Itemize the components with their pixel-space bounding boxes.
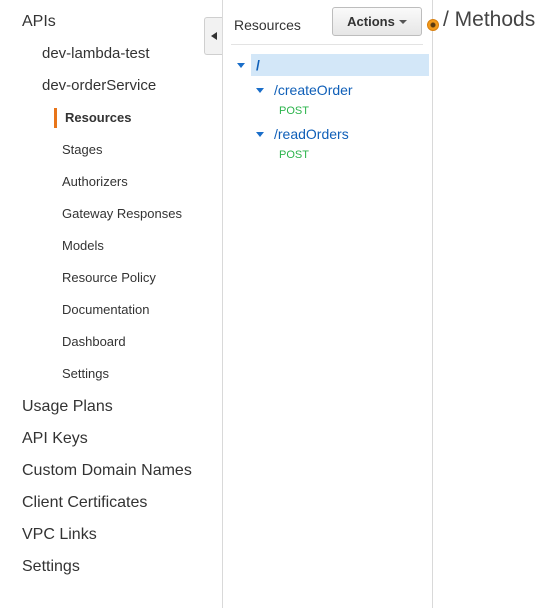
nav-gateway-responses[interactable]: Gateway Responses: [62, 206, 182, 221]
resources-panel: Resources Actions / /createOrder POST /r…: [223, 0, 433, 608]
resources-divider: [231, 44, 423, 45]
nav-apis[interactable]: APIs: [22, 13, 56, 31]
actions-button-label: Actions: [347, 14, 395, 29]
expand-triangle-icon[interactable]: [256, 87, 264, 93]
status-indicator-icon: [427, 19, 439, 31]
api-gateway-console: APIs dev-lambda-test dev-orderService Re…: [0, 0, 550, 608]
nav-api-dev-lambda-test[interactable]: dev-lambda-test: [42, 45, 150, 62]
method-post-createorder[interactable]: POST: [279, 105, 309, 117]
left-navigation: APIs dev-lambda-test dev-orderService Re…: [0, 0, 223, 608]
nav-models[interactable]: Models: [62, 238, 104, 253]
actions-button[interactable]: Actions: [332, 7, 422, 36]
collapse-sidebar-button[interactable]: [204, 17, 222, 55]
nav-client-certificates[interactable]: Client Certificates: [22, 494, 147, 512]
nav-dashboard[interactable]: Dashboard: [62, 334, 126, 349]
tree-row-createorder[interactable]: /createOrder: [256, 80, 353, 100]
nav-stages[interactable]: Stages: [62, 142, 102, 157]
expand-triangle-icon[interactable]: [237, 62, 245, 68]
nav-usage-plans[interactable]: Usage Plans: [22, 398, 113, 416]
nav-vpc-links[interactable]: VPC Links: [22, 526, 97, 544]
resource-path-readorders[interactable]: /readOrders: [274, 126, 349, 142]
method-post-readorders[interactable]: POST: [279, 149, 309, 161]
tree-row-readorders[interactable]: /readOrders: [256, 124, 349, 144]
chevron-left-icon: [210, 32, 217, 40]
nav-documentation[interactable]: Documentation: [62, 302, 149, 317]
active-indicator: [54, 108, 57, 128]
resource-path-root[interactable]: /: [256, 57, 260, 73]
nav-api-settings[interactable]: Settings: [62, 366, 109, 381]
resources-panel-title: Resources: [234, 17, 301, 33]
caret-down-icon: [398, 19, 407, 24]
nav-resources[interactable]: Resources: [65, 110, 131, 125]
nav-api-dev-orderservice[interactable]: dev-orderService: [42, 77, 156, 94]
resource-path-createorder[interactable]: /createOrder: [274, 82, 353, 98]
nav-resource-policy[interactable]: Resource Policy: [62, 270, 156, 285]
nav-authorizers[interactable]: Authorizers: [62, 174, 128, 189]
nav-custom-domain-names[interactable]: Custom Domain Names: [22, 462, 192, 480]
page-title: / Methods: [443, 8, 536, 31]
nav-api-keys[interactable]: API Keys: [22, 430, 88, 448]
expand-triangle-icon[interactable]: [256, 131, 264, 137]
tree-row-root[interactable]: /: [237, 54, 429, 76]
nav-settings[interactable]: Settings: [22, 558, 80, 576]
